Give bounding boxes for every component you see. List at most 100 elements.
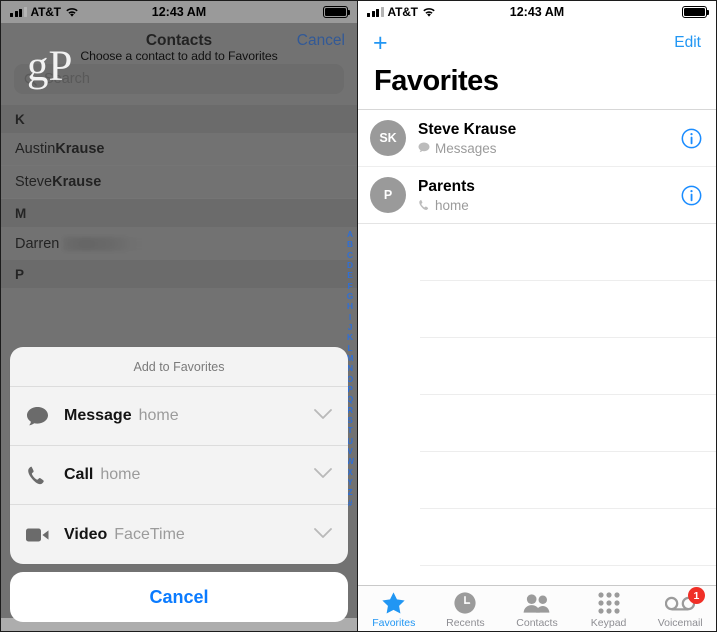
action-row-detail: FaceTime <box>114 525 185 543</box>
action-row-detail: home <box>100 466 141 483</box>
favorite-name: Steve Krause <box>418 120 517 138</box>
battery-full-icon <box>323 6 351 18</box>
index-letter[interactable]: Y <box>347 477 353 487</box>
favorite-empty-row <box>420 452 716 509</box>
battery-full-icon <box>682 6 710 18</box>
plus-icon[interactable]: + <box>373 30 388 56</box>
right-phone-screen: AT&T 12:43 AM + Edit Favorites SK Steve … <box>358 0 717 632</box>
avatar: SK <box>370 120 406 156</box>
phone-handset-icon <box>418 199 430 211</box>
favorite-empty-row <box>420 281 716 338</box>
favorite-row[interactable]: P Parents home <box>358 167 716 224</box>
clock-label: 12:43 AM <box>509 5 565 19</box>
action-row-label: Message <box>64 407 132 424</box>
index-letter[interactable]: H <box>347 301 353 311</box>
add-to-favorites-action-sheet: Add to Favorites Message home Call home … <box>10 347 348 564</box>
index-letter[interactable]: A <box>347 229 353 239</box>
contact-first-name: Steve <box>15 174 53 190</box>
favorite-detail-label: home <box>435 197 469 213</box>
favorite-empty-row <box>420 224 716 281</box>
index-letter[interactable]: J <box>348 322 353 332</box>
tab-contacts[interactable]: Contacts <box>501 586 573 631</box>
favorites-nav-bar: + Edit <box>358 23 716 63</box>
clock-icon <box>453 591 477 615</box>
contact-row[interactable]: Austin Krause <box>1 133 357 166</box>
index-letter[interactable]: I <box>349 312 351 322</box>
contacts-picker-body: Contacts Cancel Search K Austin Krause S… <box>1 23 357 631</box>
tab-label: Voicemail <box>657 617 703 629</box>
tab-voicemail[interactable]: Voicemail 1 <box>644 586 716 631</box>
contacts-section-header: M <box>1 199 357 227</box>
favorite-detail-label: Messages <box>435 140 497 156</box>
tab-label: Contacts <box>516 617 558 629</box>
chevron-down-icon[interactable] <box>314 466 332 484</box>
tab-label: Keypad <box>590 617 627 629</box>
action-row-detail: home <box>138 407 179 424</box>
index-letter[interactable]: E <box>347 270 353 280</box>
index-letter[interactable]: S <box>347 415 353 425</box>
index-letter[interactable]: K <box>347 332 353 342</box>
contact-last-name: Krause <box>52 174 102 190</box>
index-letter[interactable]: Z <box>347 487 352 497</box>
contacts-section-header: P <box>1 260 357 288</box>
favorite-detail: home <box>418 198 475 213</box>
chevron-down-icon[interactable] <box>314 407 332 425</box>
page-title: Favorites <box>374 65 499 97</box>
contact-row[interactable]: Darren <box>1 227 357 260</box>
favorites-empty-rows <box>358 224 716 566</box>
avatar: P <box>370 177 406 213</box>
action-sheet-row-video[interactable]: Video FaceTime <box>10 505 348 564</box>
index-letter[interactable]: C <box>347 250 353 260</box>
favorite-row[interactable]: SK Steve Krause Messages <box>358 110 716 167</box>
favorite-empty-row <box>420 395 716 452</box>
action-sheet-row-message[interactable]: Message home <box>10 387 348 446</box>
index-letter[interactable]: D <box>347 260 353 270</box>
action-sheet-row-call[interactable]: Call home <box>10 446 348 505</box>
favorite-text-group: Steve Krause Messages <box>418 121 516 156</box>
action-row-label: Video <box>64 525 108 543</box>
people-icon <box>523 591 550 615</box>
favorite-name: Parents <box>418 177 475 195</box>
favorite-empty-row <box>420 509 716 566</box>
page-title: Contacts <box>145 32 213 49</box>
index-letter[interactable]: B <box>347 239 353 249</box>
edit-button[interactable]: Edit <box>674 34 701 52</box>
info-circle-icon[interactable] <box>681 185 702 206</box>
action-row-label: Call <box>64 466 94 483</box>
info-circle-icon[interactable] <box>681 128 702 149</box>
message-bubble-icon <box>26 406 60 427</box>
index-letter[interactable]: X <box>347 467 353 477</box>
keypad-icon <box>597 591 620 615</box>
tab-favorites[interactable]: Favorites <box>358 586 430 631</box>
index-letter[interactable]: P <box>347 384 353 394</box>
contact-row[interactable] <box>1 288 357 321</box>
action-sheet-title: Add to Favorites <box>10 347 348 387</box>
status-bar-right-group <box>323 6 351 18</box>
contact-first-name: Austin <box>15 141 56 157</box>
index-letter[interactable]: T <box>347 425 352 435</box>
tab-label: Recents <box>446 617 485 629</box>
clock-label: 12:43 AM <box>151 5 207 19</box>
groovypost-watermark-logo: gP <box>27 43 73 90</box>
action-sheet-cancel-button[interactable]: Cancel <box>10 572 348 622</box>
tab-recents[interactable]: Recents <box>430 586 502 631</box>
tab-label: Favorites <box>372 617 416 629</box>
favorite-detail: Messages <box>418 141 516 156</box>
index-letter[interactable]: G <box>347 291 354 301</box>
contacts-section-header: K <box>1 105 357 133</box>
message-bubble-icon <box>418 142 430 154</box>
favorite-empty-row <box>420 338 716 395</box>
left-phone-screen: AT&T 12:43 AM Contacts Cancel Search K A… <box>0 0 358 632</box>
nav-cancel-button[interactable]: Cancel <box>297 32 345 50</box>
index-letter[interactable]: L <box>347 343 352 353</box>
index-letter[interactable]: V <box>347 446 353 456</box>
contact-first-name: Darren <box>15 235 60 252</box>
index-letter[interactable]: F <box>347 281 352 291</box>
index-letter[interactable]: # <box>348 498 353 508</box>
tab-keypad[interactable]: Keypad <box>573 586 645 631</box>
chevron-down-icon[interactable] <box>314 526 332 544</box>
video-camera-icon <box>26 527 60 543</box>
contact-row[interactable]: Steve Krause <box>1 166 357 199</box>
status-bar-left: AT&T 12:43 AM <box>1 1 357 23</box>
star-icon <box>381 591 406 615</box>
